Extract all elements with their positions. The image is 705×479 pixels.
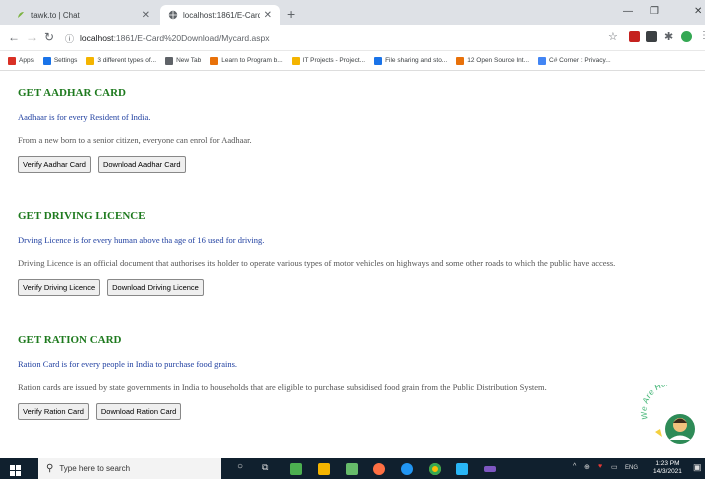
menu-dots-icon[interactable]: ⋮ <box>699 30 705 41</box>
verify-ration-card-button[interactable]: Verify Ration Card <box>18 403 89 420</box>
download-aadhar-button[interactable]: Download Aadhar Card <box>97 156 186 173</box>
bookmark-item[interactable]: C# Corner : Privacy... <box>538 56 611 65</box>
chrome-icon[interactable] <box>429 463 441 475</box>
notepad-app-icon[interactable] <box>290 463 302 475</box>
reload-icon[interactable]: ↻ <box>44 30 54 44</box>
app-icon[interactable] <box>484 466 496 472</box>
bookmark-item[interactable]: 12 Open Source Int... <box>456 56 530 65</box>
address-host: localhost <box>80 32 114 43</box>
extension-icon[interactable] <box>629 31 640 42</box>
download-ration-card-button[interactable]: Download Ration Card <box>95 403 182 420</box>
forward-arrow-icon[interactable]: → <box>26 30 38 44</box>
section-tagline: Ration Card is for every people in India… <box>18 359 238 369</box>
bookmark-label: 12 Open Source Int... <box>467 57 530 64</box>
section-description: Driving Licence is an official document … <box>18 258 616 268</box>
bookmark-item[interactable]: Settings <box>42 56 78 65</box>
chat-widget-text: We Are Here! <box>640 385 678 420</box>
driving-licence-section: GET DRIVING LICENCE Drving Licence is fo… <box>18 210 698 296</box>
address-toolbar: ← → ↻ ⓘ localhost:1861/E-Card%20Download… <box>0 25 705 51</box>
section-description: Ration cards are issued by state governm… <box>18 382 547 392</box>
section-tagline: Aadhaar is for every Resident of India. <box>18 112 151 122</box>
task-view-icon[interactable]: ⧉ <box>262 462 268 473</box>
puzzle-extensions-icon[interactable]: ✱ <box>664 30 673 43</box>
tawk-favicon-icon <box>16 10 26 20</box>
globe-icon <box>165 56 174 65</box>
bookmark-label: Settings <box>53 57 78 64</box>
diamond-icon <box>456 56 465 65</box>
tray-chevron-icon[interactable]: ^ <box>573 463 576 470</box>
cortana-icon[interactable]: ○ <box>237 461 243 472</box>
bookmark-icon <box>291 56 300 65</box>
file-icon <box>374 56 383 65</box>
chat-widget-mascot[interactable]: We Are Here! <box>638 377 702 447</box>
restore-icon[interactable]: ❐ <box>650 6 659 17</box>
bookmark-item[interactable]: IT Projects - Project... <box>291 56 366 65</box>
verify-aadhar-button[interactable]: Verify Aadhar Card <box>18 156 91 173</box>
gear-icon <box>42 56 51 65</box>
windows-start-icon[interactable] <box>10 463 21 479</box>
code-icon <box>210 56 219 65</box>
minimize-icon[interactable]: — <box>623 6 633 17</box>
battery-icon[interactable]: ▭ <box>611 463 618 471</box>
close-tab-icon[interactable]: ✕ <box>264 10 272 21</box>
antivirus-icon[interactable]: ♥ <box>598 463 602 470</box>
clock-date: 14/3/2021 <box>653 468 682 475</box>
notification-icon[interactable]: ▣ <box>693 462 702 473</box>
tab-ecard-download[interactable]: localhost:1861/E-Card Downloa ✕ <box>160 5 280 25</box>
aadhar-section: GET AADHAR CARD Aadhaar is for every Res… <box>18 87 698 173</box>
file-explorer-icon[interactable] <box>318 463 330 475</box>
apps-grid-icon <box>8 56 16 65</box>
verify-driving-licence-button[interactable]: Verify Driving Licence <box>18 279 101 296</box>
bookmark-label: New Tab <box>176 57 202 64</box>
bookmark-item[interactable]: Apps <box>8 56 34 65</box>
address-bar[interactable]: localhost:1861/E-Card%20Download/Mycard.… <box>80 29 280 46</box>
section-tagline: Drving Licence is for every human above … <box>18 235 265 245</box>
firefox-icon[interactable] <box>373 463 385 475</box>
system-clock[interactable]: 1:23 PM 14/3/2021 <box>653 460 682 476</box>
bookmarks-bar: Apps Settings 3 different types of... New T… <box>0 51 705 71</box>
bookmark-label: IT Projects - Project... <box>302 57 366 64</box>
bookmark-item[interactable]: New Tab <box>165 56 202 65</box>
section-description: From a new born to a senior citizen, eve… <box>18 135 252 145</box>
extension-icon[interactable] <box>646 31 657 42</box>
bookmark-label: 3 different types of... <box>97 57 157 64</box>
csharp-icon <box>538 56 547 65</box>
bookmark-label: File sharing and sto... <box>385 57 448 64</box>
app-icon[interactable] <box>456 463 468 475</box>
bookmark-icon <box>86 56 95 65</box>
bookmark-item[interactable]: File sharing and sto... <box>374 56 448 65</box>
windows-taskbar: ⚲ Type here to search ○ ⧉ ^ ⊕ ♥ ▭ ENG 1:… <box>0 458 705 479</box>
section-heading: GET DRIVING LICENCE <box>18 210 146 222</box>
bookmark-label: Learn to Program b... <box>221 57 283 64</box>
taskbar-search-box[interactable]: ⚲ Type here to search <box>38 458 221 479</box>
language-indicator[interactable]: ENG <box>625 465 638 471</box>
globe-icon <box>168 10 178 20</box>
info-icon[interactable]: ⓘ <box>65 32 74 45</box>
tab-strip: tawk.to | Chat ✕ localhost:1861/E-Card D… <box>0 0 705 25</box>
bookmark-label: Apps <box>19 57 34 64</box>
search-placeholder: Type here to search <box>59 464 131 473</box>
edge-icon[interactable] <box>401 463 413 475</box>
bookmark-item[interactable]: Learn to Program b... <box>210 56 283 65</box>
new-tab-button[interactable]: + <box>287 6 295 22</box>
download-driving-licence-button[interactable]: Download Driving Licence <box>107 279 204 296</box>
search-icon: ⚲ <box>46 463 54 474</box>
clock-time: 1:23 PM <box>655 460 680 467</box>
section-heading: GET RATION CARD <box>18 334 122 346</box>
ration-card-section: GET RATION CARD Ration Card is for every… <box>18 334 698 420</box>
star-bookmark-icon[interactable]: ☆ <box>608 30 618 43</box>
tab-tawk-chat[interactable]: tawk.to | Chat ✕ <box>8 5 158 25</box>
network-icon[interactable]: ⊕ <box>584 463 590 471</box>
bookmark-item[interactable]: 3 different types of... <box>86 56 157 65</box>
close-tab-icon[interactable]: ✕ <box>142 10 150 21</box>
tab-title: localhost:1861/E-Card Downloa <box>183 10 260 20</box>
photos-app-icon[interactable] <box>346 463 358 475</box>
address-path: :1861/E-Card%20Download/Mycard.aspx <box>113 32 270 43</box>
bookmark-label: C# Corner : Privacy... <box>549 57 611 64</box>
profile-avatar-icon[interactable] <box>681 31 692 42</box>
tab-title: tawk.to | Chat <box>31 10 80 20</box>
back-arrow-icon[interactable]: ← <box>8 30 20 44</box>
close-window-icon[interactable]: ✕ <box>694 6 702 17</box>
section-heading: GET AADHAR CARD <box>18 87 126 99</box>
